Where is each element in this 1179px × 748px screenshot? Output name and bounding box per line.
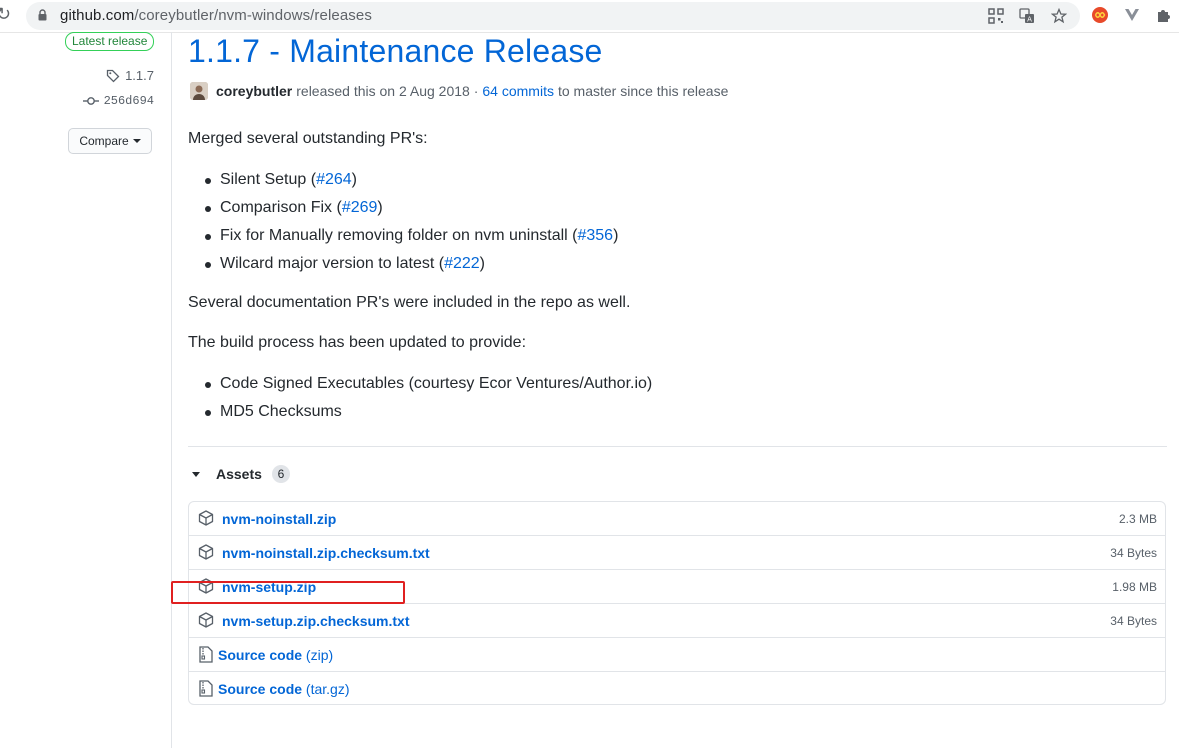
compare-button[interactable]: Compare xyxy=(68,128,152,154)
url-text[interactable]: github.com/coreybutler/nvm-windows/relea… xyxy=(60,7,372,24)
bookmark-star-icon[interactable] xyxy=(1051,8,1067,24)
release-title[interactable]: 1.1.7 - Maintenance Release xyxy=(188,33,603,70)
released-text: released this on 2 Aug 2018 · xyxy=(296,83,479,99)
release-intro: Merged several outstanding PR's: xyxy=(188,130,428,147)
commits-link[interactable]: 64 commits xyxy=(482,83,554,99)
list-item: Silent Setup (#264) xyxy=(205,166,618,194)
chevron-down-icon xyxy=(132,139,141,143)
commit-link[interactable]: 256d694 xyxy=(82,94,154,108)
list-item: Code Signed Executables (courtesy Ecor V… xyxy=(205,370,652,398)
asset-size: 34 Bytes xyxy=(1110,614,1157,628)
build-list: Code Signed Executables (courtesy Ecor V… xyxy=(205,370,652,426)
commit-sha: 256d694 xyxy=(103,94,154,108)
asset-row[interactable]: Source code (zip) xyxy=(189,638,1165,672)
tag-icon xyxy=(106,69,120,82)
pr-link[interactable]: #222 xyxy=(444,255,480,272)
asset-link[interactable]: nvm-setup.zip.checksum.txt xyxy=(222,613,410,629)
reload-icon[interactable]: ↻ xyxy=(0,4,11,25)
author-link[interactable]: coreybutler xyxy=(216,83,292,99)
list-item: Comparison Fix (#269) xyxy=(205,194,618,222)
package-icon xyxy=(198,612,214,628)
release-sidebar: Latest release 1.1.7 256d694 Compare xyxy=(0,32,171,748)
assets-toggle[interactable]: Assets 6 xyxy=(192,465,290,483)
puzzle-icon[interactable] xyxy=(1155,6,1173,24)
extension-red-icon[interactable] xyxy=(1091,6,1109,24)
pr-list: Silent Setup (#264) Comparison Fix (#269… xyxy=(205,166,618,278)
list-item: MD5 Checksums xyxy=(205,398,652,426)
latest-release-badge: Latest release xyxy=(65,32,155,51)
highlight-annotation xyxy=(171,581,405,604)
build-intro: The build process has been updated to pr… xyxy=(188,334,527,351)
assets-count: 6 xyxy=(271,465,290,483)
pr-link[interactable]: #269 xyxy=(342,199,378,216)
source-code-link[interactable]: Source code (tar.gz) xyxy=(218,681,350,697)
asset-size: 2.3 MB xyxy=(1118,512,1157,526)
qr-code-icon[interactable] xyxy=(988,8,1004,24)
asset-size: 1.98 MB xyxy=(1112,580,1157,594)
list-item: Wilcard major version to latest (#222) xyxy=(205,250,618,278)
translate-icon[interactable]: A xyxy=(1019,8,1035,24)
release-meta: coreybutler released this on 2 Aug 2018 … xyxy=(190,82,728,100)
browser-toolbar: ↻ github.com/coreybutler/nvm-windows/rel… xyxy=(0,0,1179,33)
package-icon xyxy=(198,510,214,526)
asset-row[interactable]: nvm-noinstall.zip 2.3 MB xyxy=(189,502,1165,536)
asset-row[interactable]: Source code (tar.gz) xyxy=(189,672,1165,706)
asset-row[interactable]: nvm-setup.zip.checksum.txt 34 Bytes xyxy=(189,604,1165,638)
pr-link[interactable]: #264 xyxy=(316,171,352,188)
asset-row[interactable]: nvm-noinstall.zip.checksum.txt 34 Bytes xyxy=(189,536,1165,570)
tag-link[interactable]: 1.1.7 xyxy=(106,68,154,83)
commit-icon xyxy=(82,97,99,105)
svg-text:A: A xyxy=(1027,16,1032,24)
assets-label: Assets xyxy=(216,466,262,482)
file-zip-icon xyxy=(199,680,213,697)
list-item: Fix for Manually removing folder on nvm … xyxy=(205,222,618,250)
asset-link[interactable]: nvm-noinstall.zip xyxy=(222,511,336,527)
extension-v-icon[interactable] xyxy=(1123,6,1141,24)
asset-link[interactable]: nvm-noinstall.zip.checksum.txt xyxy=(222,545,430,561)
pr-link[interactable]: #356 xyxy=(577,227,613,244)
caret-down-icon xyxy=(192,471,200,477)
lock-icon[interactable] xyxy=(38,9,47,21)
commits-suffix: to master since this release xyxy=(557,83,729,99)
asset-size: 34 Bytes xyxy=(1110,546,1157,560)
avatar[interactable] xyxy=(190,82,208,100)
file-zip-icon xyxy=(199,646,213,663)
tag-label: 1.1.7 xyxy=(125,68,154,83)
section-divider xyxy=(188,446,1167,447)
address-bar[interactable]: github.com/coreybutler/nvm-windows/relea… xyxy=(26,2,1080,30)
sidebar-divider xyxy=(171,32,172,748)
documentation-note: Several documentation PR's were included… xyxy=(188,294,631,311)
source-code-link[interactable]: Source code (zip) xyxy=(218,647,333,663)
package-icon xyxy=(198,544,214,560)
compare-label: Compare xyxy=(79,134,129,148)
